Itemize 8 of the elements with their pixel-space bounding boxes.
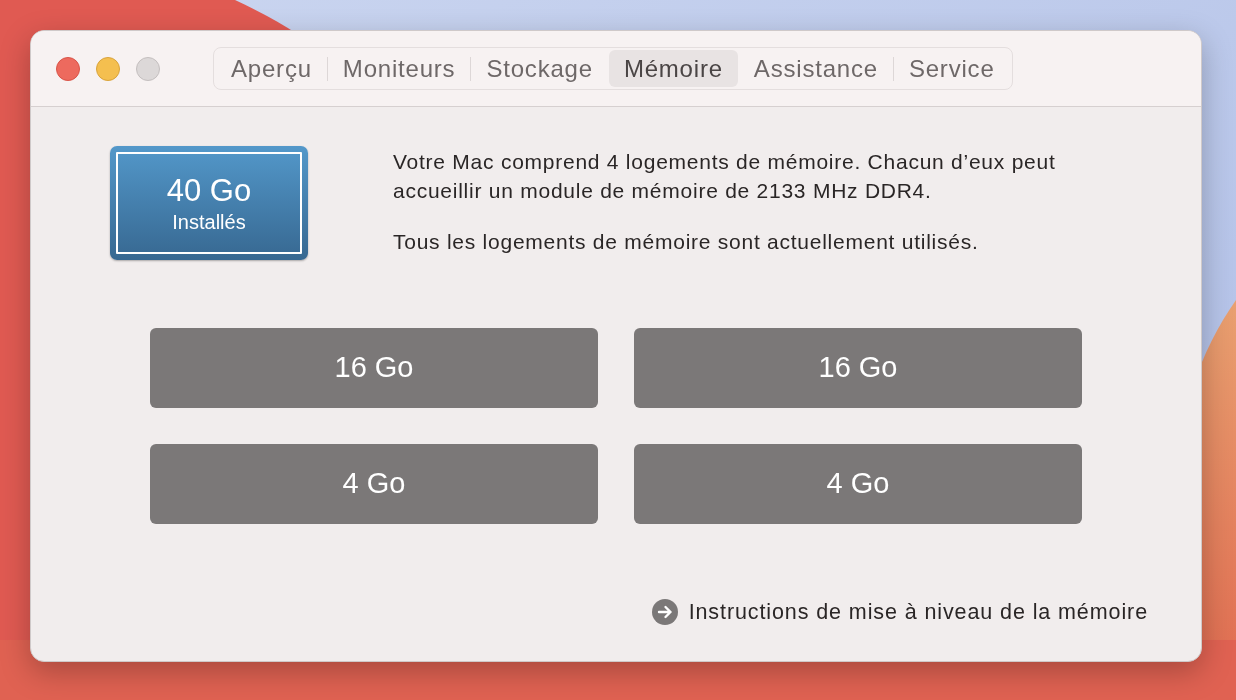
description-text: Tous les logements de mémoire sont actuellement utilisés. [393, 229, 980, 255]
memory-slot: 4 Go [150, 444, 598, 524]
memory-slot: 16 Go [634, 328, 1082, 408]
memory-status: Installés [172, 210, 246, 235]
description-text: Votre Mac comprend 4 logements de mémoire. Chacun d’eux peut accueillir un module de mémoire de 2133 MHz DDR4. [393, 149, 1057, 204]
memory-slot: 4 Go [634, 444, 1082, 524]
memory-amount: 40 Go [166, 173, 252, 209]
memory-slot: 16 Go [150, 328, 598, 408]
